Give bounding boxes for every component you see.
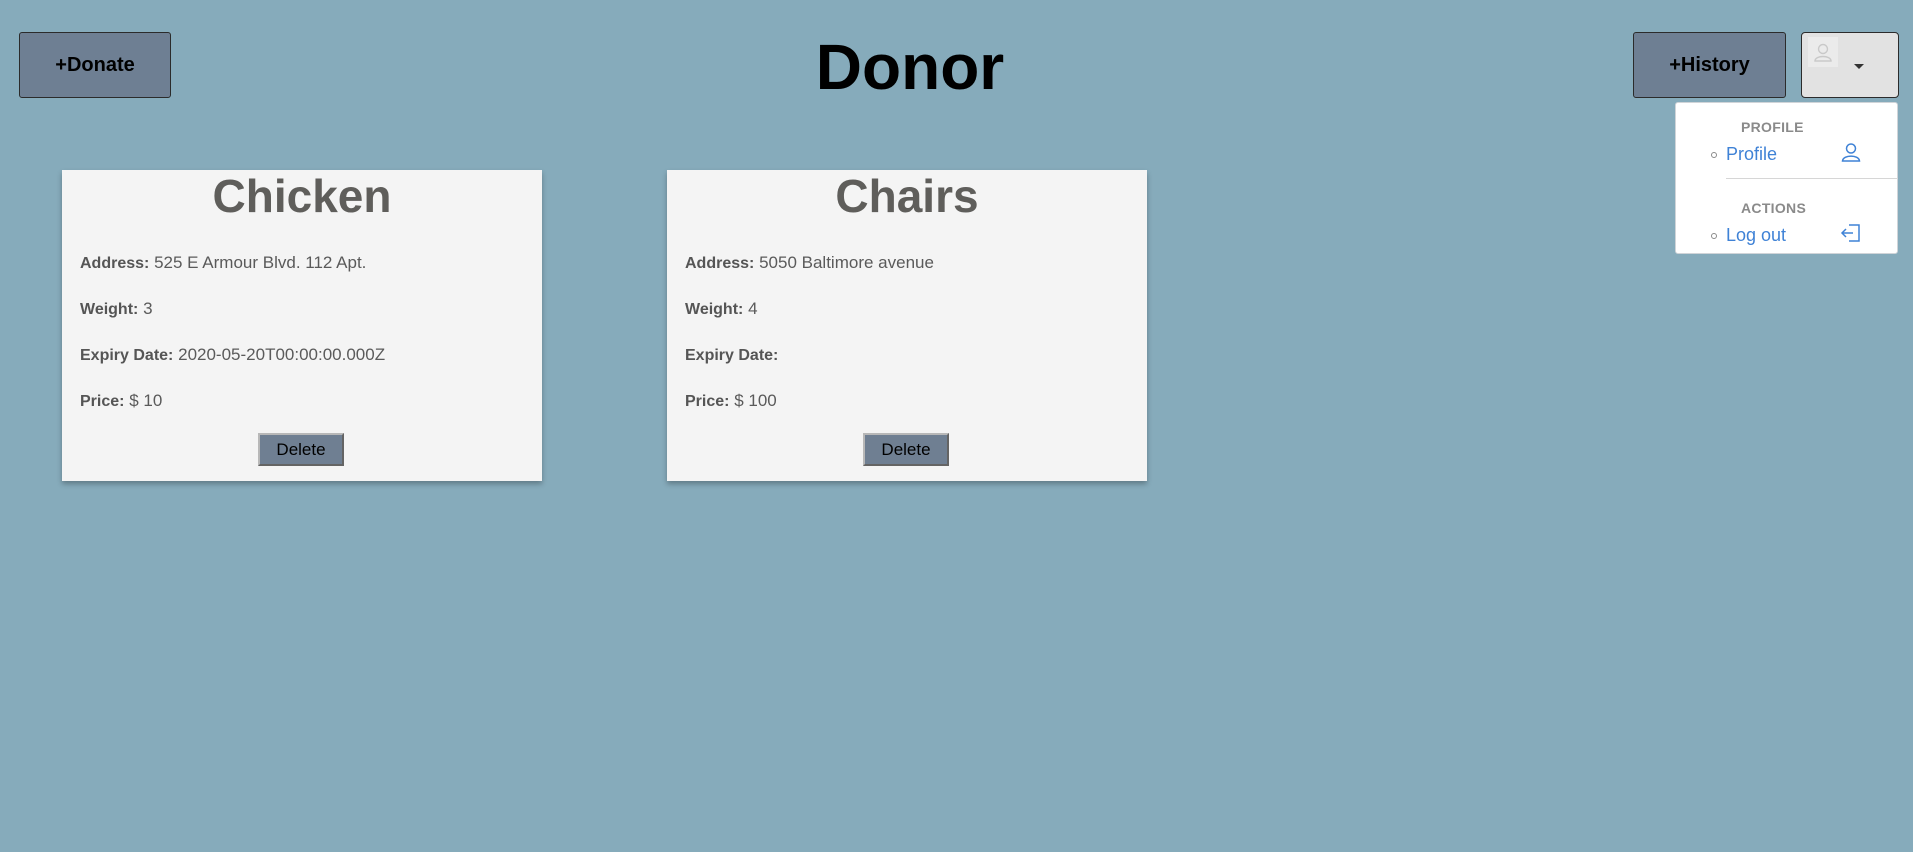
address-field: Address: 525 E Armour Blvd. 112 Apt. [80, 253, 366, 273]
price-value: $ 100 [734, 391, 777, 410]
bullet-icon [1711, 233, 1717, 239]
menu-heading-profile: PROFILE [1741, 119, 1804, 135]
address-label: Address: [80, 255, 150, 272]
price-value: $ 10 [129, 391, 163, 410]
donation-card: Chicken Address: 525 E Armour Blvd. 112 … [62, 170, 542, 481]
card-title: Chairs [835, 170, 979, 222]
card-title: Chicken [212, 170, 392, 222]
expiry-label: Expiry Date: [80, 347, 174, 364]
expiry-field: Expiry Date: [685, 345, 778, 365]
chevron-down-icon [1854, 64, 1864, 69]
address-field: Address: 5050 Baltimore avenue [685, 253, 934, 273]
weight-value: 3 [143, 299, 153, 318]
menu-divider [1726, 178, 1898, 179]
weight-label: Weight: [80, 301, 139, 318]
expiry-label: Expiry Date: [685, 347, 779, 364]
expiry-value: 2020-05-20T00:00:00.000Z [178, 345, 386, 364]
user-icon [1841, 143, 1861, 162]
menu-item-logout[interactable]: Log out [1726, 225, 1786, 246]
weight-value: 4 [748, 299, 758, 318]
weight-field: Weight: 4 [685, 299, 758, 319]
price-label: Price: [80, 393, 125, 410]
logout-icon [1840, 224, 1860, 242]
delete-button[interactable]: Delete [863, 433, 949, 466]
expiry-field: Expiry Date: 2020-05-20T00:00:00.000Z [80, 345, 385, 365]
avatar [1808, 37, 1838, 67]
donation-card: Chairs Address: 5050 Baltimore avenue We… [667, 170, 1147, 481]
price-label: Price: [685, 393, 730, 410]
menu-item-profile[interactable]: Profile [1726, 144, 1777, 165]
page-title: Donor [815, 31, 1005, 103]
price-field: Price: $ 10 [80, 391, 162, 411]
user-icon [1814, 43, 1832, 62]
weight-field: Weight: 3 [80, 299, 153, 319]
weight-label: Weight: [685, 301, 744, 318]
bullet-icon [1711, 152, 1717, 158]
address-label: Address: [685, 255, 755, 272]
user-dropdown-menu: PROFILE Profile ACTIONS Log out [1675, 102, 1898, 254]
history-button[interactable]: +History [1633, 32, 1786, 98]
price-field: Price: $ 100 [685, 391, 777, 411]
user-menu-toggle[interactable] [1801, 32, 1899, 98]
address-value: 5050 Baltimore avenue [759, 253, 934, 272]
menu-heading-actions: ACTIONS [1741, 200, 1807, 216]
delete-button[interactable]: Delete [258, 433, 344, 466]
address-value: 525 E Armour Blvd. 112 Apt. [154, 253, 367, 272]
